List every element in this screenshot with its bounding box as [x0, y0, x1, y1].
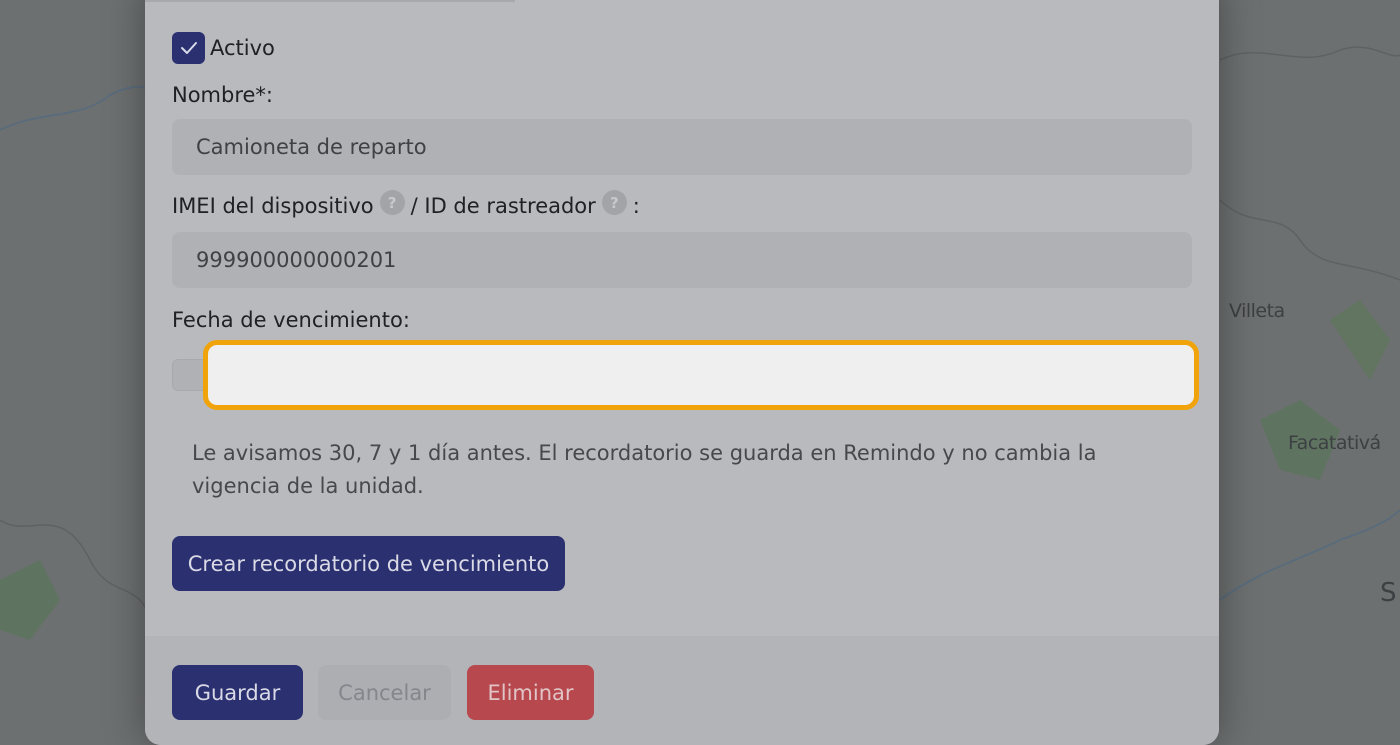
- modal-footer: Guardar Cancelar Eliminar: [145, 636, 1219, 745]
- map-label-villeta: Villeta: [1229, 300, 1285, 322]
- map-label-facatativa: Facatativá: [1288, 432, 1381, 454]
- active-checkbox[interactable]: [172, 32, 205, 64]
- map-label-partial: S: [1380, 578, 1397, 608]
- create-reminder-button[interactable]: Crear recordatorio de vencimiento: [172, 536, 565, 591]
- active-label: Activo: [210, 36, 275, 60]
- expiry-label-text: Fecha de vencimiento:: [172, 308, 410, 332]
- delete-button[interactable]: Eliminar: [467, 665, 594, 720]
- save-button[interactable]: Guardar: [172, 665, 303, 720]
- tracker-id-label-text: / ID de rastreador: [410, 193, 596, 218]
- imei-help-icon[interactable]: ?: [379, 190, 405, 215]
- expiry-date-input[interactable]: [203, 340, 1199, 410]
- name-label: Nombre*:: [172, 83, 273, 107]
- imei-label-colon: :: [632, 193, 640, 218]
- name-label-text: Nombre*:: [172, 83, 274, 107]
- imei-label: IMEI del dispositivo ? / ID de rastreado…: [172, 190, 640, 218]
- name-input[interactable]: Camioneta de reparto: [172, 119, 1192, 175]
- checkmark-icon: [180, 42, 197, 54]
- imei-input-value: 999900000000201: [196, 248, 397, 272]
- edit-unit-modal: Activo Nombre*: Camioneta de reparto IME…: [145, 0, 1219, 745]
- tab-indicator: [145, 0, 515, 2]
- name-input-value: Camioneta de reparto: [196, 135, 427, 159]
- cancel-button[interactable]: Cancelar: [318, 665, 451, 720]
- active-checkbox-row[interactable]: Activo: [172, 32, 275, 64]
- tracker-id-help-icon[interactable]: ?: [601, 190, 627, 215]
- expiry-label: Fecha de vencimiento:: [172, 308, 410, 332]
- imei-input[interactable]: 999900000000201: [172, 232, 1192, 288]
- imei-label-text: IMEI del dispositivo: [172, 193, 374, 218]
- expiry-hint-text: Le avisamos 30, 7 y 1 día antes. El reco…: [192, 441, 1097, 498]
